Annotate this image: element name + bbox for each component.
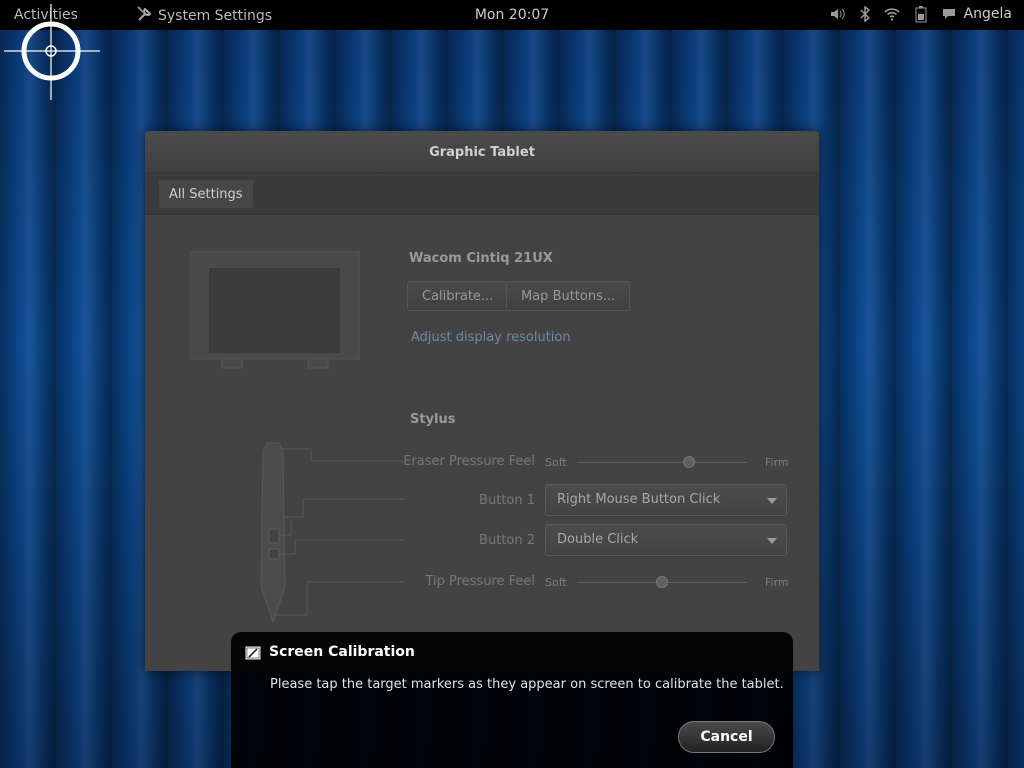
window-title: Graphic Tablet bbox=[145, 131, 819, 173]
user-menu[interactable]: Angela bbox=[942, 6, 1012, 22]
map-buttons-button[interactable]: Map Buttons... bbox=[506, 281, 631, 311]
user-name: Angela bbox=[963, 6, 1012, 22]
adjust-display-resolution-link[interactable]: Adjust display resolution bbox=[411, 330, 571, 345]
graphic-tablet-window: Graphic Tablet All Settings Wacom Cintiq… bbox=[145, 131, 819, 671]
calibrate-button[interactable]: Calibrate... bbox=[407, 281, 509, 311]
top-panel: Activities System Settings Mon 20:07 Ang… bbox=[0, 0, 1024, 30]
chevron-down-icon bbox=[767, 498, 777, 504]
device-name: Wacom Cintiq 21UX bbox=[409, 251, 553, 266]
wrench-icon bbox=[136, 5, 154, 27]
button2-combo[interactable]: Double Click bbox=[545, 524, 787, 556]
button1-combo[interactable]: Right Mouse Button Click bbox=[545, 484, 787, 516]
chat-bubble-icon bbox=[942, 8, 956, 20]
button2-value: Double Click bbox=[557, 532, 639, 547]
app-menu[interactable]: System Settings bbox=[136, 5, 272, 27]
tip-firm-label: Firm bbox=[765, 576, 789, 589]
bluetooth-icon[interactable] bbox=[860, 6, 870, 22]
all-settings-button[interactable]: All Settings bbox=[158, 179, 254, 209]
app-menu-label: System Settings bbox=[158, 8, 273, 24]
volume-icon[interactable] bbox=[830, 7, 846, 21]
stylus-heading: Stylus bbox=[410, 412, 456, 427]
button2-label: Button 2 bbox=[479, 533, 535, 548]
cancel-button[interactable]: Cancel bbox=[678, 721, 775, 753]
notification-body: Please tap the target markers as they ap… bbox=[270, 677, 784, 692]
eraser-pressure-label: Eraser Pressure Feel bbox=[403, 454, 535, 469]
tip-soft-label: Soft bbox=[545, 576, 567, 589]
chevron-down-icon bbox=[767, 538, 777, 544]
tablet-settings-content: Wacom Cintiq 21UX Calibrate... Map Butto… bbox=[145, 215, 819, 671]
eraser-pressure-knob[interactable] bbox=[683, 456, 696, 468]
wifi-icon[interactable] bbox=[884, 7, 900, 21]
battery-icon[interactable] bbox=[914, 5, 928, 23]
tip-pressure-knob[interactable] bbox=[656, 576, 668, 588]
tablet-image bbox=[189, 250, 360, 375]
window-toolbar: All Settings bbox=[145, 173, 819, 215]
notification-title: Screen Calibration bbox=[269, 644, 415, 660]
tip-pressure-label: Tip Pressure Feel bbox=[425, 574, 535, 589]
calibration-notification: Screen Calibration Please tap the target… bbox=[231, 632, 793, 768]
eraser-pressure-slider[interactable] bbox=[577, 462, 747, 463]
eraser-soft-label: Soft bbox=[545, 456, 567, 469]
clock[interactable]: Mon 20:07 bbox=[475, 7, 549, 23]
button1-label: Button 1 bbox=[479, 493, 535, 508]
calibration-target-icon[interactable] bbox=[4, 4, 100, 100]
system-tray: Angela bbox=[830, 5, 1012, 23]
button1-value: Right Mouse Button Click bbox=[557, 492, 721, 507]
eraser-firm-label: Firm bbox=[765, 456, 789, 469]
tablet-pen-icon bbox=[245, 645, 261, 665]
